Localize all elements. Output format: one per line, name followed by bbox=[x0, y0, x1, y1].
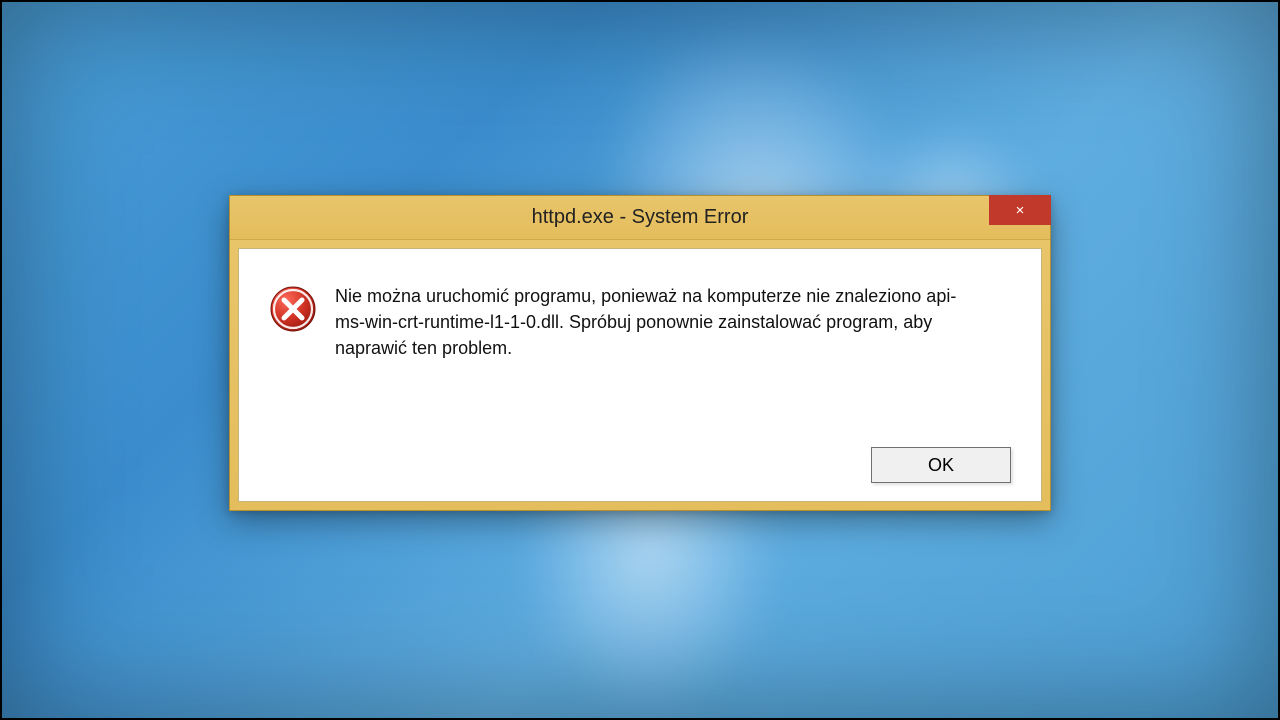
close-icon: × bbox=[1016, 203, 1025, 218]
dialog-border: Nie można uruchomić programu, ponieważ n… bbox=[230, 240, 1050, 510]
ok-button[interactable]: OK bbox=[871, 447, 1011, 483]
dialog-body: Nie można uruchomić programu, ponieważ n… bbox=[238, 248, 1042, 502]
error-icon bbox=[269, 285, 317, 333]
error-message: Nie można uruchomić programu, ponieważ n… bbox=[335, 283, 975, 361]
close-button[interactable]: × bbox=[989, 195, 1051, 225]
dialog-button-row: OK bbox=[269, 437, 1011, 483]
error-dialog: httpd.exe - System Error × bbox=[229, 195, 1051, 511]
dialog-title: httpd.exe - System Error bbox=[532, 206, 749, 229]
dialog-titlebar[interactable]: httpd.exe - System Error × bbox=[230, 196, 1050, 240]
dialog-content: Nie można uruchomić programu, ponieważ n… bbox=[269, 283, 1011, 437]
